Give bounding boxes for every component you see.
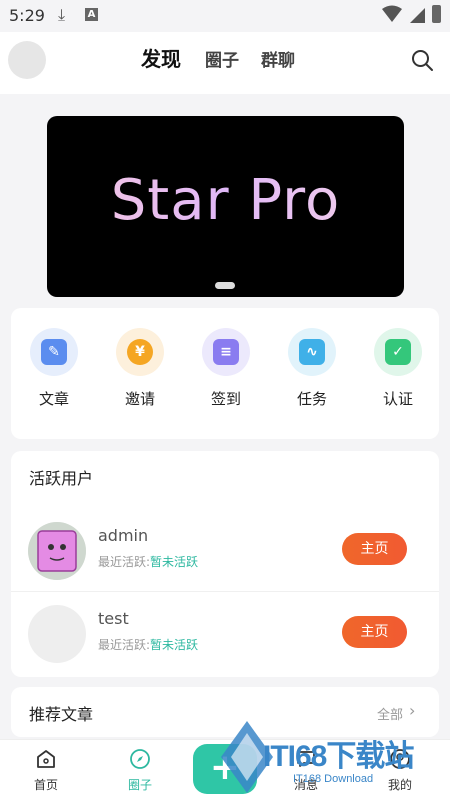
nav-circle[interactable]: 圈子 (110, 744, 170, 793)
user-avatar[interactable] (28, 522, 86, 580)
tab-discover[interactable]: 发现 (141, 43, 181, 72)
tab-group-chat[interactable]: 群聊 (261, 46, 295, 71)
checkin-icon: ≡ (202, 328, 250, 376)
avatar-image (28, 522, 86, 580)
last-active: 最近活跃:暂未活跃 (98, 555, 199, 569)
user-row[interactable]: test 最近活跃:暂未活跃 主页 (11, 600, 439, 675)
quick-actions-card: ✎ 文章 ¥ 邀请 ≡ 签到 ∿ 任务 ✓ 认证 (11, 308, 439, 439)
quick-action-task[interactable]: ∿ 任务 (282, 328, 342, 409)
status-bar: 5:29 ⤓ A (0, 0, 450, 32)
carousel-indicator (215, 282, 235, 289)
invite-icon: ¥ (116, 328, 164, 376)
nav-home[interactable]: 首页 (16, 744, 76, 793)
cell-signal-icon (410, 8, 425, 23)
status-time: 5:29 (9, 6, 45, 25)
wifi-icon (382, 5, 402, 22)
user-avatar[interactable] (8, 41, 46, 79)
user-avatar[interactable] (28, 605, 86, 663)
task-icon: ∿ (288, 328, 336, 376)
profile-home-button[interactable]: 主页 (342, 616, 407, 648)
article-icon: ✎ (30, 328, 78, 376)
top-header: 发现 圈子 群聊 (0, 32, 450, 94)
profile-home-button[interactable]: 主页 (342, 533, 407, 565)
banner-carousel[interactable]: Star Pro (47, 116, 404, 297)
quick-action-label: 文章 (38, 390, 69, 408)
user-row[interactable]: admin 最近活跃:暂未活跃 主页 (11, 517, 439, 592)
quick-action-invite[interactable]: ¥ 邀请 (110, 328, 170, 409)
active-users-card: 活跃用户 admin 最近活跃:暂未活跃 主页 test 最近活跃:暂未活跃 主… (11, 451, 439, 677)
verify-icon: ✓ (374, 328, 422, 376)
quick-action-checkin[interactable]: ≡ 签到 (196, 328, 256, 409)
quick-action-label: 认证 (382, 390, 413, 408)
section-title: 推荐文章 (29, 705, 94, 724)
search-icon[interactable] (410, 48, 434, 72)
quick-action-label: 任务 (296, 390, 327, 408)
download-icon: ⤓ (58, 5, 66, 24)
tab-circle[interactable]: 圈子 (205, 46, 239, 71)
battery-icon (432, 5, 441, 23)
quick-action-verify[interactable]: ✓ 认证 (368, 328, 428, 409)
notification-app-icon: A (85, 8, 98, 21)
watermark: ITI68下载站 IT168 Download (213, 717, 450, 800)
section-title: 活跃用户 (29, 469, 94, 488)
quick-action-label: 签到 (210, 390, 241, 408)
username: admin (98, 526, 149, 545)
username: test (98, 609, 129, 628)
home-icon (16, 744, 76, 774)
quick-action-article[interactable]: ✎ 文章 (24, 328, 84, 409)
watermark-text: ITI68下载站 (263, 740, 414, 773)
last-active: 最近活跃:暂未活跃 (98, 638, 199, 652)
compass-icon (110, 744, 170, 774)
quick-action-label: 邀请 (124, 390, 155, 408)
banner-title: Star Pro (47, 168, 404, 233)
divider (11, 591, 439, 592)
watermark-subtext: IT168 Download (293, 773, 374, 785)
